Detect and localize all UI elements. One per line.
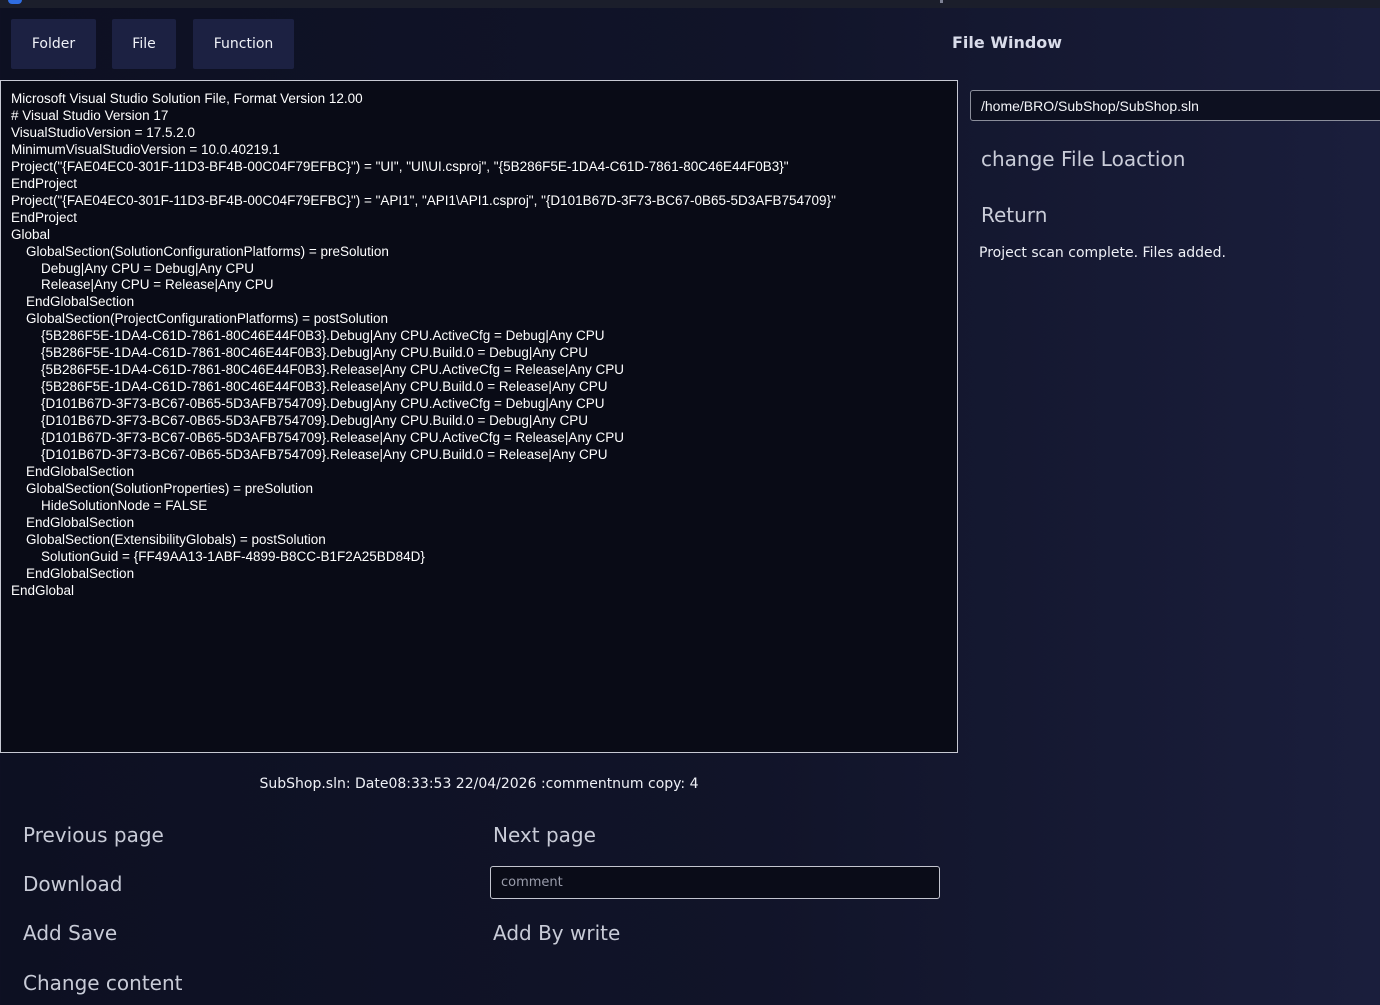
next-page-button[interactable]: Next page xyxy=(493,823,596,847)
change-content-button[interactable]: Change content xyxy=(23,971,183,995)
file-path-input[interactable] xyxy=(970,90,1380,121)
previous-page-button[interactable]: Previous page xyxy=(23,823,164,847)
window-top-bar xyxy=(0,0,1380,8)
file-content-editor[interactable]: Microsoft Visual Studio Solution File, F… xyxy=(0,80,958,753)
add-save-button[interactable]: Add Save xyxy=(23,921,117,945)
folder-button[interactable]: Folder xyxy=(11,19,96,69)
file-button[interactable]: File xyxy=(112,19,176,69)
status-message: Project scan complete. Files added. xyxy=(979,245,1227,261)
add-by-write-button[interactable]: Add By write xyxy=(493,921,620,945)
app-logo-icon xyxy=(8,0,22,4)
file-window-title: File Window xyxy=(952,33,1063,52)
return-button[interactable]: Return xyxy=(981,203,1047,227)
file-info-line: SubShop.sln: Date08:33:53 22/04/2026 :co… xyxy=(259,776,699,792)
file-content-text[interactable]: Microsoft Visual Studio Solution File, F… xyxy=(11,91,947,600)
title-marker xyxy=(940,0,943,3)
comment-input[interactable] xyxy=(490,866,940,899)
function-button[interactable]: Function xyxy=(193,19,294,69)
change-file-location-button[interactable]: change File Loaction xyxy=(981,147,1185,171)
download-button[interactable]: Download xyxy=(23,872,122,896)
